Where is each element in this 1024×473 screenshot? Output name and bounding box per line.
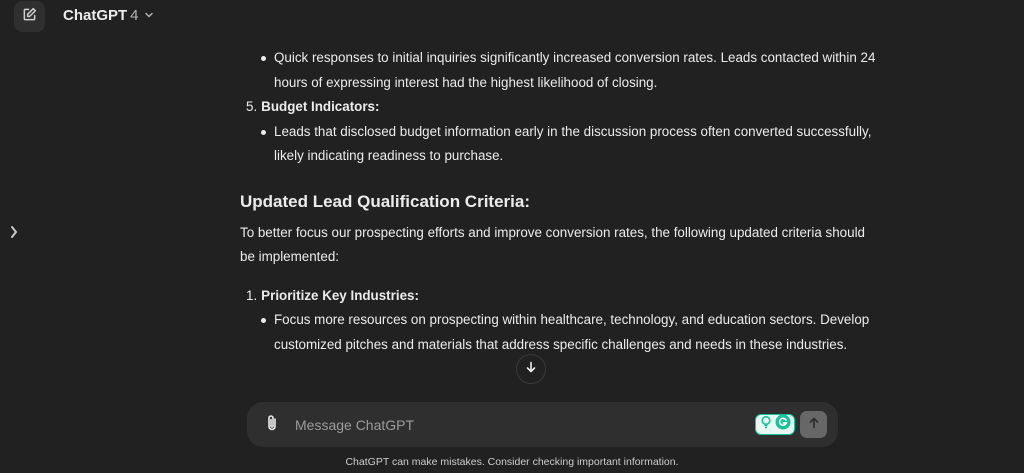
item-heading: Prioritize Key Industries: (261, 287, 419, 303)
edit-icon (22, 7, 37, 27)
paragraph: To better focus our prospecting efforts … (240, 224, 865, 265)
bullet-text: Leads that disclosed budget information … (274, 123, 872, 164)
sidebar-toggle[interactable] (8, 224, 20, 244)
chevron-right-icon (10, 225, 18, 244)
list-item: Leads that disclosed budget information … (240, 120, 880, 169)
send-button[interactable] (800, 411, 827, 438)
item-number: 5. (246, 99, 258, 114)
arrow-down-icon (525, 360, 537, 378)
paperclip-icon (265, 414, 279, 437)
chevron-down-icon (144, 7, 154, 24)
item-number: 1. (246, 287, 258, 303)
disclaimer-text: ChatGPT can make mistakes. Consider chec… (345, 456, 679, 468)
numbered-item: 1. Prioritize Key Industries: (240, 284, 880, 309)
assistant-message: Quick responses to initial inquiries sig… (240, 46, 880, 357)
list-item: Quick responses to initial inquiries sig… (240, 46, 880, 95)
grammarly-widget[interactable] (755, 414, 795, 435)
list-item: Focus more resources on prospecting with… (240, 308, 880, 357)
message-composer (247, 402, 838, 447)
model-selector[interactable]: ChatGPT 4 (63, 7, 154, 24)
model-name: ChatGPT (63, 7, 128, 24)
item-heading: Budget Indicators: (261, 99, 380, 114)
bullet-text: Focus more resources on prospecting with… (274, 312, 870, 352)
scroll-to-bottom-button[interactable] (516, 354, 546, 384)
lightbulb-icon (760, 415, 772, 434)
section-heading: Updated Lead Qualification Criteria: (240, 191, 530, 211)
message-input[interactable] (295, 412, 735, 438)
arrow-up-icon (808, 416, 820, 434)
bullet-text: Quick responses to initial inquiries sig… (274, 50, 876, 90)
grammarly-icon (775, 414, 791, 435)
header: ChatGPT 4 (0, 0, 1024, 34)
new-chat-button[interactable] (14, 1, 45, 32)
numbered-item: 5. Budget Indicators: (240, 95, 880, 120)
model-version: 4 (130, 7, 139, 24)
chat-app: ChatGPT 4 Quick responses to initial inq… (0, 0, 1024, 473)
attach-button[interactable] (262, 414, 282, 436)
